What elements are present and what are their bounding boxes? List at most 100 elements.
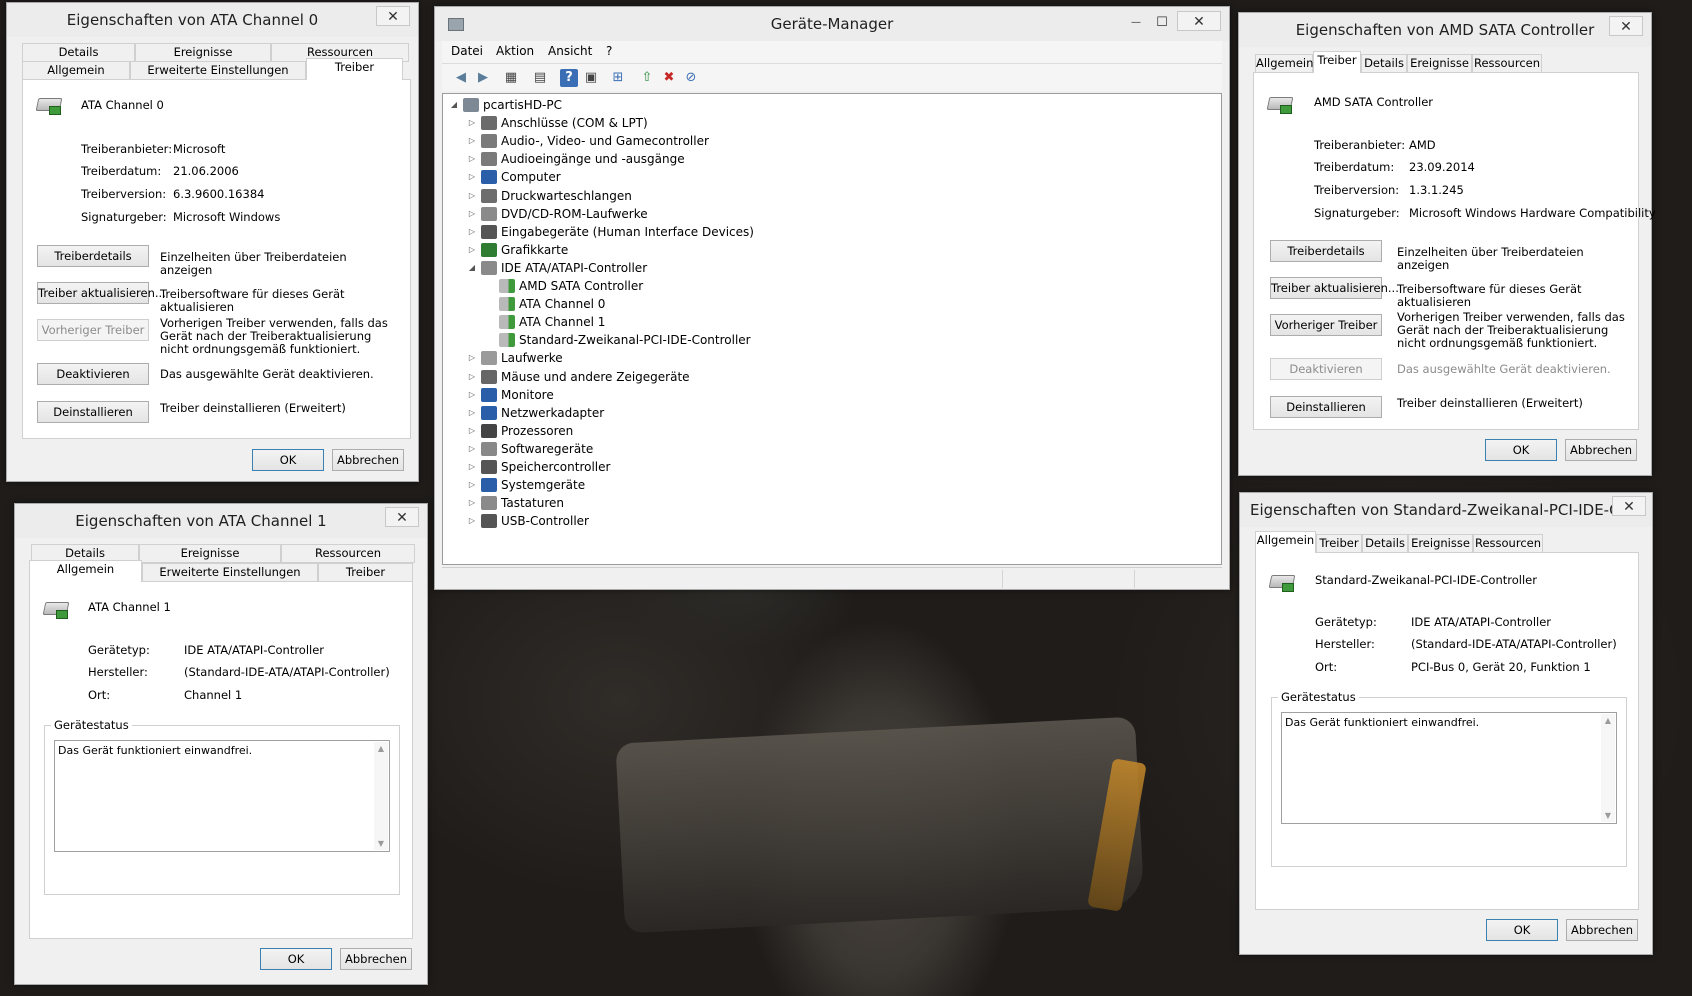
- expand-arrow-icon[interactable]: ▷: [467, 223, 477, 241]
- ok-button[interactable]: OK: [252, 449, 324, 471]
- device-status-text[interactable]: Das Gerät funktioniert einwandfrei. ▲ ▼: [54, 740, 390, 852]
- expand-arrow-icon[interactable]: ▷: [467, 168, 477, 186]
- menu-aktion[interactable]: Aktion: [496, 44, 534, 58]
- collapse-arrow-icon[interactable]: ◢: [467, 259, 477, 277]
- disable-button[interactable]: Deaktivieren: [37, 363, 149, 385]
- expand-arrow-icon[interactable]: ▷: [467, 368, 477, 386]
- forward-icon[interactable]: ▶: [474, 69, 492, 87]
- tab-erweiterte-einstellungen[interactable]: Erweiterte Einstellungen: [142, 563, 318, 582]
- tab-treiber[interactable]: Treiber: [318, 563, 413, 582]
- disable-icon[interactable]: ⊘: [682, 69, 700, 87]
- disable-button[interactable]: Deaktivieren: [1270, 358, 1382, 380]
- expand-arrow-icon[interactable]: ▷: [467, 132, 477, 150]
- close-button[interactable]: ✕: [1609, 16, 1643, 36]
- close-button[interactable]: ✕: [1177, 11, 1221, 31]
- expand-arrow-icon[interactable]: ▷: [467, 476, 477, 494]
- scrollbar[interactable]: ▲ ▼: [1601, 714, 1615, 822]
- help-icon[interactable]: ?: [560, 69, 578, 87]
- tab-allgemein[interactable]: Allgemein: [29, 560, 142, 582]
- expand-arrow-icon[interactable]: ▷: [467, 422, 477, 440]
- tab-allgemein[interactable]: Allgemein: [1255, 54, 1313, 73]
- tab-ressourcen[interactable]: Ressourcen: [1473, 534, 1543, 553]
- expand-arrow-icon[interactable]: ▷: [467, 386, 477, 404]
- expand-arrow-icon[interactable]: ▷: [467, 349, 477, 367]
- tree-category-label: Speichercontroller: [501, 460, 611, 474]
- ok-button[interactable]: OK: [260, 948, 332, 970]
- expand-arrow-icon[interactable]: ▷: [467, 187, 477, 205]
- expand-arrow-icon[interactable]: ▷: [467, 440, 477, 458]
- expand-arrow-icon[interactable]: ▷: [467, 512, 477, 530]
- rollback-driver-button[interactable]: Vorheriger Treiber: [37, 319, 149, 341]
- action-description: Treiber deinstallieren (Erweitert): [160, 401, 346, 415]
- tab-treiber[interactable]: Treiber: [1313, 51, 1361, 73]
- tab-ereignisse[interactable]: Ereignisse: [139, 544, 281, 563]
- disc-drive-icon: [481, 206, 497, 221]
- properties-grid-icon[interactable]: ▦: [502, 69, 520, 87]
- menu-help[interactable]: ?: [606, 44, 612, 58]
- expand-arrow-icon[interactable]: ▷: [467, 404, 477, 422]
- uninstall-icon[interactable]: ✖: [660, 69, 678, 87]
- hid-icon: [481, 224, 497, 239]
- close-button[interactable]: ✕: [376, 6, 410, 26]
- collapse-arrow-icon[interactable]: ◢: [449, 96, 459, 114]
- toolbar: ◀ ▶ ▦ ▤ ? ▣ ⊞ ⇧ ✖ ⊘: [442, 63, 1222, 91]
- tab-ressourcen[interactable]: Ressourcen: [1472, 54, 1542, 73]
- menu-datei[interactable]: Datei: [451, 44, 483, 58]
- tab-erweiterte-einstellungen[interactable]: Erweiterte Einstellungen: [130, 61, 306, 80]
- ok-button[interactable]: OK: [1485, 439, 1557, 461]
- maximize-button[interactable]: ☐: [1151, 13, 1173, 33]
- ok-button[interactable]: OK: [1486, 919, 1558, 941]
- tab-treiber[interactable]: Treiber: [306, 58, 403, 80]
- driver-details-button[interactable]: Treiberdetails: [37, 245, 149, 267]
- cancel-button[interactable]: Abbrechen: [332, 449, 404, 471]
- tab-ressourcen[interactable]: Ressourcen: [281, 544, 415, 563]
- scan-icon[interactable]: ⊞: [609, 69, 627, 87]
- update-driver-button[interactable]: Treiber aktualisieren...: [37, 282, 166, 304]
- cancel-button[interactable]: Abbrechen: [1566, 919, 1638, 941]
- tab-ereignisse[interactable]: Ereignisse: [1407, 54, 1472, 73]
- uninstall-button[interactable]: Deinstallieren: [37, 401, 149, 423]
- view-icon[interactable]: ▣: [582, 69, 600, 87]
- software-device-icon: [481, 441, 497, 456]
- expand-arrow-icon[interactable]: ▷: [467, 205, 477, 223]
- device-manager-window: Geräte-Manager — ☐ ✕ Datei Aktion Ansich…: [434, 6, 1230, 590]
- window-title: Eigenschaften von ATA Channel 0: [66, 11, 319, 29]
- tree-category-label: Audio-, Video- und Gamecontroller: [501, 134, 709, 149]
- uninstall-button[interactable]: Deinstallieren: [1270, 396, 1382, 418]
- scrollbar[interactable]: ▲ ▼: [374, 742, 388, 850]
- expand-arrow-icon[interactable]: ▷: [467, 114, 477, 132]
- expand-arrow-icon[interactable]: ▷: [467, 241, 477, 259]
- tab-treiber[interactable]: Treiber: [1316, 534, 1362, 553]
- close-button[interactable]: ✕: [385, 507, 419, 527]
- expand-arrow-icon[interactable]: ▷: [467, 458, 477, 476]
- tab-ereignisse[interactable]: Ereignisse: [135, 43, 271, 62]
- console-icon[interactable]: ▤: [531, 69, 549, 87]
- tree-category-label: DVD/CD-ROM-Laufwerke: [501, 206, 648, 221]
- tab-details[interactable]: Details: [22, 43, 135, 62]
- cancel-button[interactable]: Abbrechen: [1565, 439, 1637, 461]
- tab-allgemein[interactable]: Allgemein: [22, 61, 130, 80]
- action-description: Treiber deinstallieren (Erweitert): [1397, 396, 1583, 410]
- titlebar: Eigenschaften von Standard-Zweikanal-PCI…: [1240, 493, 1652, 527]
- device-status-text[interactable]: Das Gerät funktioniert einwandfrei. ▲ ▼: [1281, 712, 1617, 824]
- tab-details[interactable]: Details: [1362, 534, 1408, 553]
- device-name: ATA Channel 1: [88, 600, 171, 614]
- driver-details-button[interactable]: Treiberdetails: [1270, 240, 1382, 262]
- close-button[interactable]: ✕: [1612, 496, 1646, 516]
- update-driver-icon[interactable]: ⇧: [638, 69, 656, 87]
- update-driver-button[interactable]: Treiber aktualisieren...: [1270, 277, 1399, 299]
- cancel-button[interactable]: Abbrechen: [340, 948, 412, 970]
- tab-ereignisse[interactable]: Ereignisse: [1408, 534, 1473, 553]
- field-label: Gerätetyp:: [88, 643, 150, 657]
- usb-icon: [481, 514, 497, 529]
- field-label: Signaturgeber:: [81, 210, 167, 224]
- tab-allgemein[interactable]: Allgemein: [1255, 531, 1316, 553]
- expand-arrow-icon[interactable]: ▷: [467, 150, 477, 168]
- rollback-driver-button[interactable]: Vorheriger Treiber: [1270, 314, 1382, 336]
- menu-ansicht[interactable]: Ansicht: [548, 44, 592, 58]
- back-icon[interactable]: ◀: [452, 69, 470, 87]
- tab-details[interactable]: Details: [1361, 54, 1407, 73]
- minimize-button[interactable]: —: [1125, 13, 1147, 33]
- expand-arrow-icon[interactable]: ▷: [467, 494, 477, 512]
- field-value: 21.06.2006: [173, 164, 239, 178]
